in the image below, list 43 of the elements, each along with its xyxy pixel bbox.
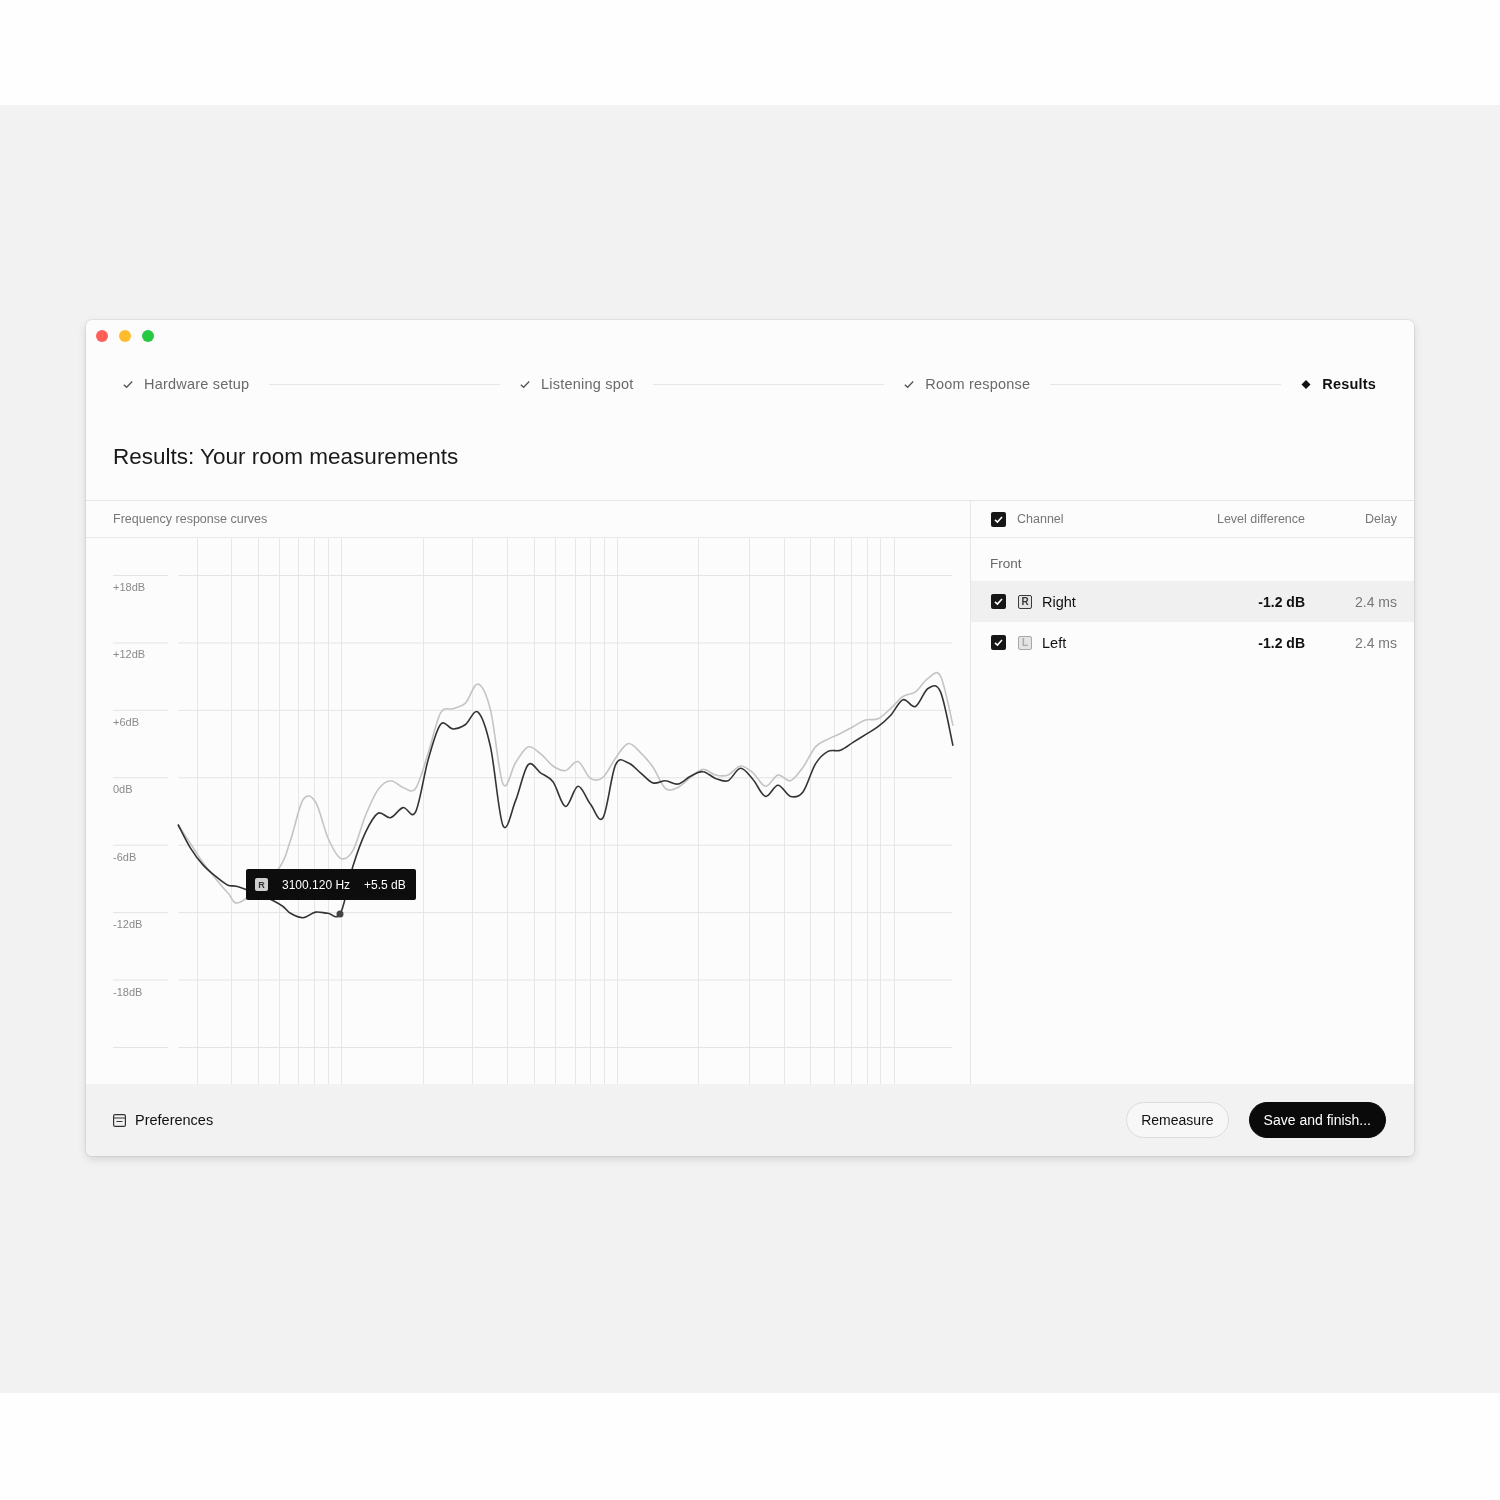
primary-button[interactable]: Save and finish... — [1248, 1102, 1386, 1138]
check-icon — [520, 379, 531, 389]
check-icon — [123, 379, 133, 389]
wizard-step[interactable]: Hardware setup — [123, 376, 250, 392]
page-title: Results: Your room measurements — [113, 443, 459, 471]
delay-value: 2.4 ms — [1354, 634, 1397, 651]
axis-label: +6dB — [113, 715, 139, 728]
axis-label: +18dB — [113, 581, 146, 593]
column-header: Channel — [1017, 512, 1065, 526]
frequency-readout: 3100.120 Hz — [282, 877, 351, 892]
check-icon — [904, 379, 915, 389]
delay-value: 2.4 ms — [1354, 593, 1397, 610]
channel-row[interactable]: R Right -1.2 dB 2.4 ms — [971, 581, 1414, 622]
channel-row[interactable]: L Left -1.2 dB 2.4 ms — [971, 622, 1414, 663]
level-difference-value: -1.2 dB — [1257, 593, 1305, 610]
panel-icon — [113, 1113, 126, 1127]
preferences-button[interactable]: Preferences — [113, 1112, 214, 1128]
checkbox[interactable] — [991, 594, 1006, 609]
level-readout: +5.5 dB — [364, 877, 406, 892]
axis-label: -12dB — [113, 918, 143, 931]
channel-name: Right — [1042, 593, 1077, 610]
checkbox[interactable] — [991, 635, 1006, 650]
axis-label: -18dB — [113, 985, 143, 998]
point-marker-icon — [336, 910, 344, 918]
axis-label: 0dB — [113, 783, 133, 796]
wizard-step[interactable]: Results — [1301, 376, 1376, 392]
level-difference-value: -1.2 dB — [1257, 634, 1305, 651]
axis-label: -6dB — [113, 850, 137, 863]
column-header: Level difference — [1215, 512, 1305, 526]
channel-badge: R — [1018, 594, 1032, 609]
wizard-step[interactable]: Listening spot — [520, 376, 634, 392]
select-all-checkbox[interactable] — [991, 511, 1006, 527]
group-label: Front — [990, 556, 1022, 572]
secondary-button[interactable]: Remeasure — [1126, 1102, 1229, 1138]
channel-badge: L — [1018, 635, 1032, 650]
column-header: Delay — [1364, 512, 1397, 526]
channel-name: Left — [1042, 634, 1068, 651]
axis-label: +12dB — [113, 648, 146, 661]
diamond-icon — [1301, 379, 1312, 389]
wizard-step[interactable]: Room response — [904, 376, 1031, 392]
close-button[interactable] — [96, 330, 108, 342]
chart-title: Frequency response curves — [113, 512, 268, 526]
channel-badge: R — [255, 878, 268, 891]
